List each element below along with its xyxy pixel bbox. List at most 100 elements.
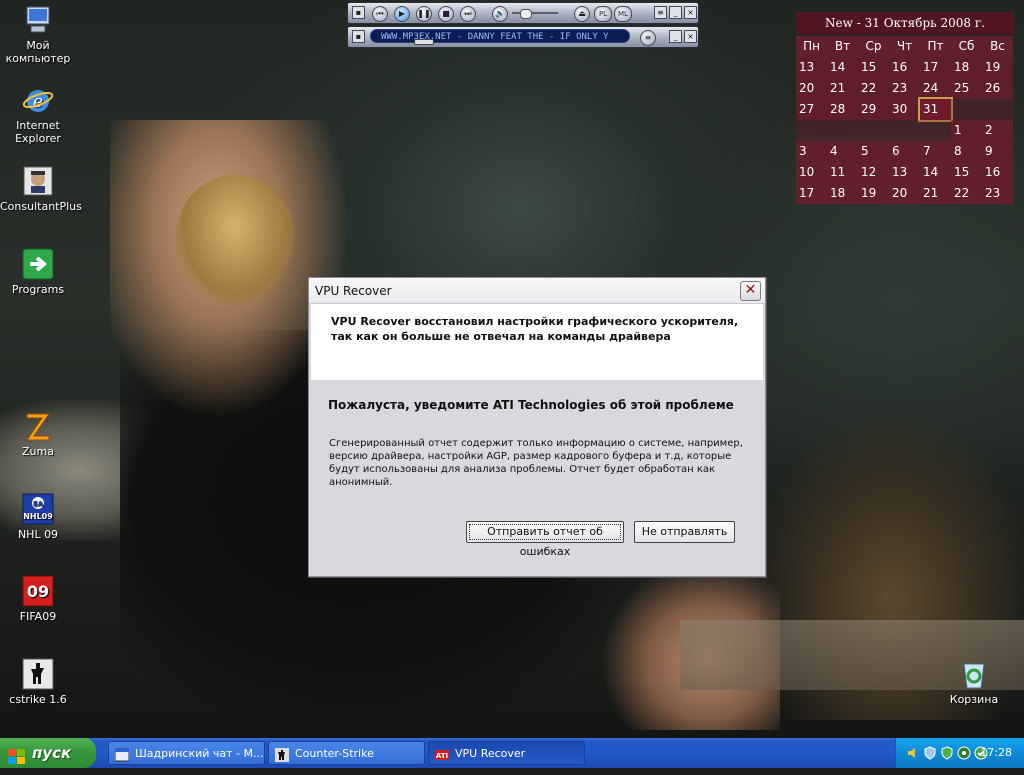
- calendar-day[interactable]: 19: [858, 183, 889, 204]
- desktop-icon-internet-explorer[interactable]: e Internet Explorer: [0, 84, 76, 145]
- taskbar-item-counter-strike[interactable]: Counter-Strike: [268, 741, 425, 765]
- media-player-controls[interactable]: ▪ ⏮ ▶ ❚❚ ■ ⏭ 🔈 ⏏ PL ML ≡ _ ×: [347, 2, 699, 24]
- dialog-message-line2: так как он больше не отвечал на команды …: [331, 330, 671, 343]
- calendar-day[interactable]: 15: [951, 162, 982, 183]
- calendar-weekday: Пт: [920, 36, 951, 57]
- player-close-icon[interactable]: ×: [684, 30, 697, 43]
- calendar-day[interactable]: 30: [889, 99, 920, 120]
- desktop-icon-label: Internet Explorer: [15, 119, 61, 145]
- volume-slider[interactable]: [512, 9, 558, 19]
- player-options-icon[interactable]: ≡: [654, 6, 667, 19]
- calendar-day[interactable]: 1: [951, 120, 982, 141]
- calendar-day[interactable]: 16: [889, 57, 920, 78]
- calendar-day[interactable]: 4: [827, 141, 858, 162]
- play-icon[interactable]: ▶: [394, 6, 410, 22]
- pause-icon[interactable]: ❚❚: [416, 6, 432, 22]
- calendar-day[interactable]: 26: [982, 78, 1013, 99]
- calendar-day[interactable]: 5: [858, 141, 889, 162]
- dont-send-button[interactable]: Не отправлять: [634, 521, 735, 543]
- desktop-icon-nhl09[interactable]: EA NHL09 NHL 09: [0, 493, 76, 541]
- shield-tray-icon[interactable]: [923, 746, 937, 760]
- desktop-icon-zuma[interactable]: Zuma: [0, 410, 76, 458]
- calendar-day[interactable]: 20: [889, 183, 920, 204]
- taskbar: пуск Шадринский чат - M... Counter-Strik…: [0, 738, 1024, 768]
- prev-icon[interactable]: ⏮: [372, 6, 388, 22]
- calendar-day[interactable]: 16: [982, 162, 1013, 183]
- calendar-day[interactable]: 6: [889, 141, 920, 162]
- desktop-icon-label: Мой компьютер: [5, 39, 71, 65]
- player-menu-button[interactable]: ≡: [640, 30, 656, 46]
- player-close-icon[interactable]: ×: [684, 6, 697, 19]
- browser-window-icon: [114, 747, 130, 762]
- calendar-day[interactable]: 18: [951, 57, 982, 78]
- network-tray-icon[interactable]: [957, 746, 971, 760]
- close-icon: ✕: [744, 282, 757, 298]
- player-minimize-icon[interactable]: _: [669, 30, 682, 43]
- calendar-day[interactable]: 15: [858, 57, 889, 78]
- desktop-icon-my-computer[interactable]: Мой компьютер: [0, 4, 76, 65]
- speaker-tray-icon[interactable]: [906, 746, 920, 760]
- calendar-day[interactable]: 24: [920, 78, 951, 99]
- desktop-icon-label: Programs: [11, 283, 65, 296]
- eject-icon[interactable]: ⏏: [574, 6, 590, 22]
- desktop-icon-programs[interactable]: Programs: [0, 248, 76, 296]
- close-button[interactable]: ✕: [740, 281, 761, 301]
- calendar-day[interactable]: 29: [858, 99, 889, 120]
- calendar-day[interactable]: 23: [982, 183, 1013, 204]
- calendar-day[interactable]: 20: [796, 78, 827, 99]
- calendar-day[interactable]: 31: [918, 97, 953, 122]
- start-label: пуск: [32, 744, 72, 762]
- calendar-day[interactable]: 27: [796, 99, 827, 120]
- taskbar-item-vpu-recover[interactable]: ATI VPU Recover: [428, 741, 585, 765]
- seek-slider[interactable]: [414, 39, 434, 45]
- dialog-message-line1: VPU Recover восстановил настройки графич…: [331, 315, 739, 328]
- media-player-title-bar[interactable]: ▪ WWW.MP3EX.NET - DANNY FEAT THE - IF ON…: [347, 26, 699, 48]
- calendar-day[interactable]: 3: [796, 141, 827, 162]
- desktop-icon-recycle-bin[interactable]: Корзина: [936, 658, 1012, 706]
- calendar-day[interactable]: 14: [920, 162, 951, 183]
- playlist-toggle[interactable]: PL: [594, 6, 612, 22]
- dialog-titlebar[interactable]: VPU Recover ✕: [309, 278, 765, 304]
- media-library-toggle-label: ML: [618, 10, 628, 18]
- stop-icon[interactable]: ■: [438, 6, 454, 22]
- start-button[interactable]: пуск: [0, 738, 96, 768]
- taskbar-item-chat[interactable]: Шадринский чат - M...: [108, 741, 265, 765]
- calendar-day[interactable]: 18: [827, 183, 858, 204]
- calendar-day[interactable]: 12: [858, 162, 889, 183]
- calendar-day[interactable]: 14: [827, 57, 858, 78]
- send-report-button[interactable]: Отправить отчет об ошибках: [466, 521, 624, 558]
- calendar-day[interactable]: 11: [827, 162, 858, 183]
- desktop-icon-fifa09[interactable]: 09 FIFA09: [0, 575, 76, 623]
- desktop-icon-label: FIFA09: [19, 610, 57, 623]
- calendar-day[interactable]: 21: [827, 78, 858, 99]
- clock: 17:28: [980, 746, 1012, 759]
- calendar-day[interactable]: 13: [796, 57, 827, 78]
- desktop-icon-consultantplus[interactable]: ConsultantPlus: [0, 165, 82, 213]
- calendar-day[interactable]: 13: [889, 162, 920, 183]
- calendar-empty-cell: [951, 99, 982, 120]
- desktop-icon-label: Zuma: [22, 445, 54, 458]
- calendar-day[interactable]: 25: [951, 78, 982, 99]
- player-menu-icon[interactable]: ▪: [352, 6, 365, 19]
- volume-icon[interactable]: 🔈: [492, 6, 508, 22]
- calendar-day[interactable]: 19: [982, 57, 1013, 78]
- calendar-day[interactable]: 2: [982, 120, 1013, 141]
- calendar-day[interactable]: 22: [951, 183, 982, 204]
- calendar-day[interactable]: 28: [827, 99, 858, 120]
- calendar-day[interactable]: 17: [796, 183, 827, 204]
- desktop-icon-cstrike[interactable]: cstrike 1.6: [0, 658, 76, 706]
- calendar-day[interactable]: 10: [796, 162, 827, 183]
- calendar-day[interactable]: 22: [858, 78, 889, 99]
- next-icon[interactable]: ⏭: [460, 6, 476, 22]
- player-minimize-icon[interactable]: _: [669, 6, 682, 19]
- calendar-day[interactable]: 7: [920, 141, 951, 162]
- calendar-day[interactable]: 9: [982, 141, 1013, 162]
- calendar-day[interactable]: 21: [920, 183, 951, 204]
- calendar-day[interactable]: 8: [951, 141, 982, 162]
- player-shade-icon[interactable]: ▪: [352, 30, 365, 43]
- media-library-toggle[interactable]: ML: [614, 6, 632, 22]
- calendar-day[interactable]: 17: [920, 57, 951, 78]
- volume-slider-knob[interactable]: [520, 9, 532, 19]
- calendar-day[interactable]: 23: [889, 78, 920, 99]
- antivirus-tray-icon[interactable]: [940, 746, 954, 760]
